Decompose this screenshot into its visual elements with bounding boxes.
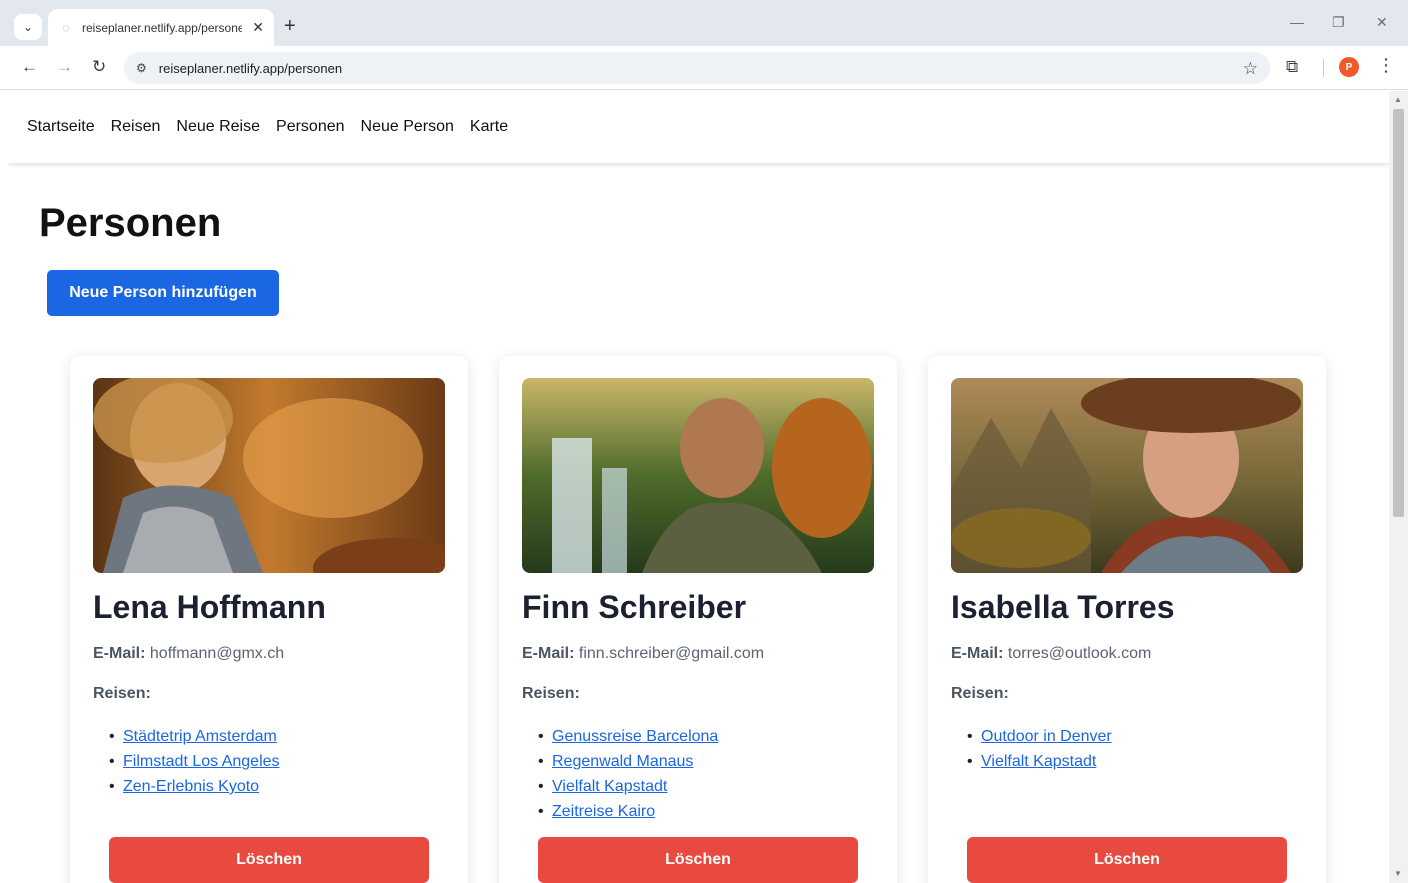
person-photo xyxy=(951,378,1303,573)
trip-list: Städtetrip Amsterdam Filmstadt Los Angel… xyxy=(109,724,280,799)
nav-link-reisen[interactable]: Reisen xyxy=(111,118,161,136)
nav-link-personen[interactable]: Personen xyxy=(276,118,345,136)
list-item: Vielfalt Kapstadt xyxy=(538,774,718,799)
person-card: Finn Schreiber E-Mail: finn.schreiber@gm… xyxy=(499,356,897,883)
delete-button[interactable]: Löschen xyxy=(109,837,429,883)
chevron-down-icon[interactable]: ⌄ xyxy=(14,14,42,40)
person-name: Lena Hoffmann xyxy=(93,589,326,625)
trip-link[interactable]: Outdoor in Denver xyxy=(981,728,1112,745)
close-icon[interactable]: ✕ xyxy=(252,19,264,36)
trip-list: Outdoor in Denver Vielfalt Kapstadt xyxy=(967,724,1112,774)
nav-link-startseite[interactable]: Startseite xyxy=(27,118,95,136)
list-item: Zeitreise Kairo xyxy=(538,799,718,824)
toolbar-divider xyxy=(1323,59,1324,77)
list-item: Regenwald Manaus xyxy=(538,749,718,774)
person-email: E-Mail: finn.schreiber@gmail.com xyxy=(522,645,764,663)
address-bar[interactable]: ⚙ reiseplaner.netlify.app/personen ☆ xyxy=(124,52,1270,84)
add-person-button[interactable]: Neue Person hinzufügen xyxy=(47,270,279,316)
minimize-icon[interactable]: — xyxy=(1290,14,1304,30)
person-email: E-Mail: torres@outlook.com xyxy=(951,645,1151,663)
person-photo xyxy=(93,378,445,573)
trip-link[interactable]: Genussreise Barcelona xyxy=(552,728,718,745)
person-name: Isabella Torres xyxy=(951,589,1175,625)
tab-title: reiseplaner.netlify.app/persone xyxy=(82,20,242,35)
list-item: Outdoor in Denver xyxy=(967,724,1112,749)
person-email: E-Mail: hoffmann@gmx.ch xyxy=(93,645,284,663)
email-value: hoffmann@gmx.ch xyxy=(149,645,285,662)
list-item: Vielfalt Kapstadt xyxy=(967,749,1112,774)
kebab-menu-icon[interactable]: ⋮ xyxy=(1377,55,1395,76)
trips-label: Reisen: xyxy=(522,685,580,702)
browser-tab-bar: ⌄ ◌ reiseplaner.netlify.app/persone ✕ + … xyxy=(0,0,1408,46)
scrollbar-thumb[interactable] xyxy=(1393,109,1404,517)
trip-link[interactable]: Filmstadt Los Angeles xyxy=(123,753,280,770)
scroll-down-icon[interactable]: ▼ xyxy=(1394,869,1402,878)
list-item: Filmstadt Los Angeles xyxy=(109,749,280,774)
back-arrow-icon[interactable]: ← xyxy=(21,58,38,76)
nav-link-neue-person[interactable]: Neue Person xyxy=(361,118,454,136)
email-label: E-Mail: xyxy=(522,645,575,662)
person-photo xyxy=(522,378,874,573)
trip-link[interactable]: Regenwald Manaus xyxy=(552,753,693,770)
trip-link[interactable]: Vielfalt Kapstadt xyxy=(981,753,1096,770)
delete-button[interactable]: Löschen xyxy=(538,837,858,883)
globe-icon: ◌ xyxy=(62,20,70,35)
browser-toolbar: ← → ↻ ⚙ reiseplaner.netlify.app/personen… xyxy=(0,46,1408,90)
tune-icon[interactable]: ⚙ xyxy=(136,61,147,75)
window-close-icon[interactable]: ✕ xyxy=(1376,14,1388,31)
list-item: Genussreise Barcelona xyxy=(538,724,718,749)
nav-link-neue-reise[interactable]: Neue Reise xyxy=(176,118,260,136)
trips-label: Reisen: xyxy=(951,685,1009,702)
avatar[interactable]: P xyxy=(1339,57,1359,77)
scroll-up-icon[interactable]: ▲ xyxy=(1394,95,1402,104)
email-label: E-Mail: xyxy=(93,645,146,662)
email-label: E-Mail: xyxy=(951,645,1004,662)
person-name: Finn Schreiber xyxy=(522,589,747,625)
url-text: reiseplaner.netlify.app/personen xyxy=(158,60,343,76)
reload-icon[interactable]: ↻ xyxy=(92,58,106,76)
email-value: finn.schreiber@gmail.com xyxy=(578,645,765,662)
restore-icon[interactable]: ❐ xyxy=(1332,14,1345,31)
site-navigation: Startseite Reisen Neue Reise Personen Ne… xyxy=(8,91,1389,163)
trip-list: Genussreise Barcelona Regenwald Manaus V… xyxy=(538,724,718,824)
nav-link-karte[interactable]: Karte xyxy=(470,118,508,136)
email-value: torres@outlook.com xyxy=(1007,645,1152,662)
person-card: Isabella Torres E-Mail: torres@outlook.c… xyxy=(928,356,1326,883)
trip-link[interactable]: Zen-Erlebnis Kyoto xyxy=(123,778,259,795)
trips-label: Reisen: xyxy=(93,685,151,702)
page-scrollbar[interactable]: ▲ ▼ xyxy=(1389,91,1408,883)
person-card: Lena Hoffmann E-Mail: hoffmann@gmx.ch Re… xyxy=(70,356,468,883)
trip-link[interactable]: Vielfalt Kapstadt xyxy=(552,778,667,795)
list-item: Städtetrip Amsterdam xyxy=(109,724,280,749)
delete-button[interactable]: Löschen xyxy=(967,837,1287,883)
page-viewport: Startseite Reisen Neue Reise Personen Ne… xyxy=(8,91,1389,883)
puzzle-icon[interactable]: ⧉ xyxy=(1286,57,1298,77)
trip-link[interactable]: Städtetrip Amsterdam xyxy=(123,728,277,745)
page-title: Personen xyxy=(39,201,222,245)
browser-tab[interactable]: ◌ reiseplaner.netlify.app/persone ✕ xyxy=(48,9,274,46)
plus-icon[interactable]: + xyxy=(284,14,296,38)
trip-link[interactable]: Zeitreise Kairo xyxy=(552,803,655,820)
list-item: Zen-Erlebnis Kyoto xyxy=(109,774,280,799)
forward-arrow-icon[interactable]: → xyxy=(56,58,73,76)
star-icon[interactable]: ☆ xyxy=(1243,59,1258,79)
